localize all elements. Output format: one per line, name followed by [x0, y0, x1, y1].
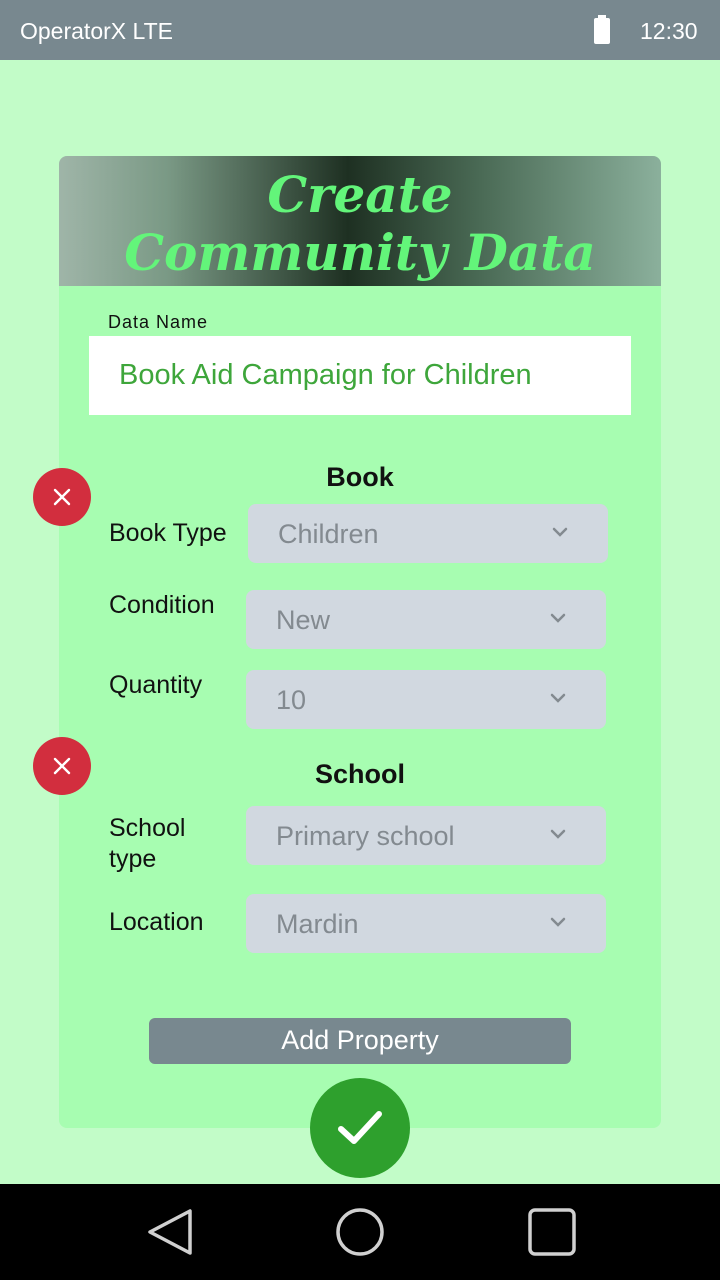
school-type-value: Primary school — [276, 821, 455, 851]
clock: 12:30 — [640, 18, 698, 44]
book-type-select[interactable]: Children — [248, 504, 608, 563]
checkmark-icon — [338, 1111, 382, 1144]
page-title: Create Community Data — [59, 166, 661, 282]
section-title-school: School — [314, 759, 405, 789]
property-label-quantity: Quantity — [109, 671, 203, 699]
school-type-label-text: School type — [109, 814, 186, 873]
condition-select[interactable]: New — [246, 590, 606, 649]
condition-value: New — [276, 605, 331, 635]
book-type-value: Children — [278, 519, 379, 549]
remove-school-section-button[interactable] — [33, 737, 91, 795]
confirm-button[interactable] — [310, 1078, 410, 1178]
chevron-down-icon — [550, 917, 566, 927]
status-bar: OperatorX LTE 12:30 — [0, 0, 720, 60]
recents-square-icon[interactable] — [527, 1207, 577, 1257]
remove-book-section-button[interactable] — [33, 468, 91, 526]
card-header: Create Community Data — [59, 156, 661, 286]
property-label-school-type: School type — [109, 813, 219, 875]
quantity-select[interactable]: 10 — [246, 670, 606, 729]
chevron-down-icon — [550, 693, 566, 703]
chevron-down-icon — [550, 613, 566, 623]
quantity-value: 10 — [276, 685, 307, 715]
close-icon — [53, 488, 71, 506]
property-label-location: Location — [109, 908, 204, 936]
create-data-card: Create Community Data Data Name Book Boo… — [59, 156, 661, 1128]
home-circle-icon[interactable] — [335, 1207, 385, 1257]
section-title-book: Book — [326, 462, 394, 492]
data-name-input[interactable] — [89, 336, 631, 415]
back-triangle-icon[interactable] — [146, 1208, 194, 1256]
page-title-line1: Create — [267, 165, 453, 224]
navigation-bar — [0, 1184, 720, 1280]
location-select[interactable]: Mardin — [246, 894, 606, 953]
battery-icon — [594, 15, 610, 44]
close-icon — [53, 757, 71, 775]
property-label-condition: Condition — [109, 591, 215, 619]
property-label-book-type: Book Type — [109, 519, 227, 547]
data-name-label: Data Name — [108, 312, 209, 332]
add-property-button[interactable]: Add Property — [149, 1018, 571, 1064]
page-title-line2: Community Data — [124, 223, 596, 282]
school-type-select[interactable]: Primary school — [246, 806, 606, 865]
chevron-down-icon — [552, 527, 568, 537]
carrier-name: OperatorX LTE — [20, 18, 173, 44]
chevron-down-icon — [550, 829, 566, 839]
location-value: Mardin — [276, 909, 359, 939]
